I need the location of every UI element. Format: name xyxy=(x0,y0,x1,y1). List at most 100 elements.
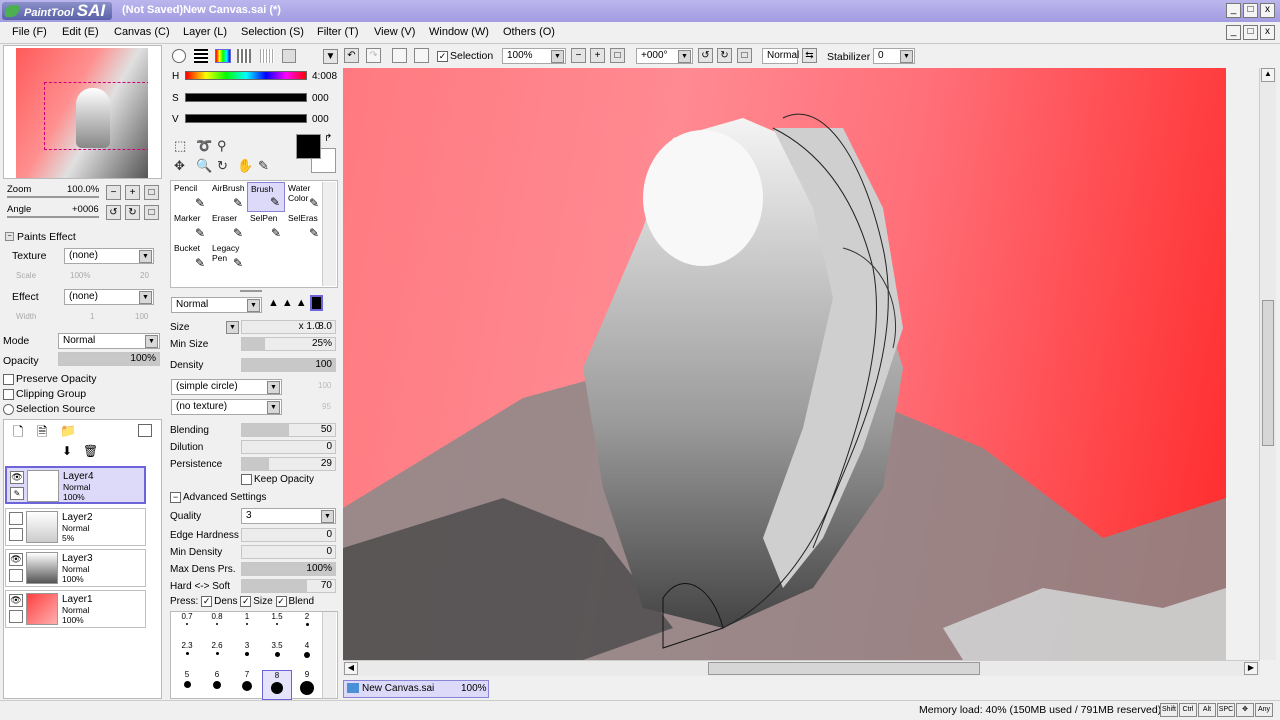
toolbar-rotate-right-icon[interactable]: ↻ xyxy=(717,48,732,63)
value-slider[interactable] xyxy=(185,114,307,123)
menu-window[interactable]: Window (W) xyxy=(429,26,489,38)
rectangle-select-icon[interactable]: ⬚ xyxy=(174,138,186,154)
new-layer-icon[interactable]: 🗋 xyxy=(13,423,23,445)
saturation-slider[interactable] xyxy=(185,93,307,102)
tool-airbrush[interactable]: AirBrush ✎ xyxy=(209,182,247,212)
vertical-scrollbar[interactable]: ▲ xyxy=(1259,68,1276,660)
menu-layer[interactable]: Layer (L) xyxy=(183,26,227,38)
hue-slider[interactable] xyxy=(185,71,307,80)
zoom-reset-button[interactable]: □ xyxy=(144,185,159,200)
swap-colors-icon[interactable]: ↱ xyxy=(324,133,332,144)
tool-brush[interactable]: Brush ✎ xyxy=(247,182,285,212)
maximize-button[interactable]: □ xyxy=(1243,3,1258,18)
zoom-select[interactable]: 100% ▼ xyxy=(502,48,566,64)
view-rectangle[interactable] xyxy=(44,82,148,150)
close-button[interactable]: x xyxy=(1260,3,1275,18)
menu-filter[interactable]: Filter (T) xyxy=(317,26,359,38)
eye-icon[interactable]: 👁 xyxy=(9,553,23,566)
eye-icon[interactable] xyxy=(9,512,23,525)
hard-soft-slider[interactable]: 70 xyxy=(241,579,336,593)
toolbar-rotate-left-icon[interactable]: ↺ xyxy=(698,48,713,63)
brush-size-cell[interactable]: 2.6 xyxy=(202,641,232,671)
stabilizer-select[interactable]: 0 ▼ xyxy=(873,48,915,64)
max-dens-slider[interactable]: 100% xyxy=(241,562,336,576)
drawing-canvas[interactable] xyxy=(343,68,1226,660)
texture-select[interactable]: (none) ▼ xyxy=(64,248,154,264)
layer-row[interactable]: Layer2 Normal 5% xyxy=(5,508,146,546)
selection-source-radio[interactable]: Selection Source xyxy=(3,403,95,415)
dilution-slider[interactable]: 0 xyxy=(241,440,336,454)
merge-down-icon[interactable]: ⬇ xyxy=(62,444,72,458)
new-vector-layer-icon[interactable]: 🗎 xyxy=(37,423,47,445)
zoom-out-button[interactable]: − xyxy=(106,185,121,200)
tool-marker[interactable]: Marker ✎ xyxy=(171,212,209,242)
min-density-slider[interactable]: 0 xyxy=(241,545,336,559)
rgb-slider-icon[interactable] xyxy=(194,49,208,63)
brush-size-cell[interactable]: 8 xyxy=(262,670,292,700)
rotate-reset-button[interactable]: □ xyxy=(144,205,159,220)
clipping-group-checkbox[interactable]: Clipping Group xyxy=(3,388,86,400)
press-size-checkbox[interactable]: ✓ xyxy=(240,596,252,607)
new-folder-icon[interactable]: 📁 xyxy=(60,423,76,439)
primary-color-swatch[interactable] xyxy=(296,134,321,159)
layer-mask-icon[interactable] xyxy=(138,424,152,437)
rotation-select[interactable]: +000° ▼ xyxy=(636,48,693,64)
keep-opacity-checkbox[interactable]: Keep Opacity xyxy=(241,474,314,485)
press-blend-checkbox[interactable]: ✓ xyxy=(275,596,287,607)
menu-selection[interactable]: Selection (S) xyxy=(241,26,304,38)
brush-texture-select[interactable]: (no texture) ▼ xyxy=(171,399,282,415)
paints-effect-header[interactable]: − Paints Effect xyxy=(3,230,162,244)
pen-icon[interactable] xyxy=(9,610,23,623)
brush-size-cell[interactable]: 2.3 xyxy=(172,641,202,671)
quality-select[interactable]: 3 ▼ xyxy=(241,508,336,524)
tool-scrollbar[interactable] xyxy=(322,182,336,286)
menu-canvas[interactable]: Canvas (C) xyxy=(114,26,170,38)
pen-icon[interactable] xyxy=(9,569,23,582)
effect-select[interactable]: (none) ▼ xyxy=(64,289,154,305)
brush-size-cell[interactable]: 2 xyxy=(292,612,322,642)
minimize-button[interactable]: _ xyxy=(1226,3,1241,18)
brush-blend-select[interactable]: Normal ▼ xyxy=(171,297,262,313)
blending-slider[interactable]: 50 xyxy=(241,423,336,437)
toolbar-zoom-out-icon[interactable]: − xyxy=(571,48,586,63)
color-wheel-icon[interactable] xyxy=(172,49,186,63)
eye-icon[interactable]: 👁 xyxy=(10,471,24,484)
pen-icon[interactable] xyxy=(9,528,23,541)
tool-bucket[interactable]: Bucket ✎ xyxy=(171,242,209,272)
color-history-icon[interactable] xyxy=(282,49,296,63)
tool-selpen[interactable]: SelPen ✎ xyxy=(247,212,285,242)
resize-handle[interactable] xyxy=(240,290,262,292)
toolbar-rotate-reset-icon[interactable]: □ xyxy=(737,48,752,63)
selection-toggle[interactable]: ✓ Selection xyxy=(437,50,493,62)
magic-wand-icon[interactable]: ⚲ xyxy=(217,138,227,154)
trash-icon[interactable]: 🗑 xyxy=(83,444,98,458)
min-size-slider[interactable]: 25% xyxy=(241,337,336,351)
size-mult-dropdown[interactable]: ▼ xyxy=(226,321,239,334)
advanced-settings-header[interactable]: − Advanced Settings xyxy=(170,492,266,503)
scroll-up-icon[interactable]: ▲ xyxy=(1261,68,1275,82)
brush-size-cell[interactable]: 0.7 xyxy=(172,612,202,642)
preserve-opacity-checkbox[interactable]: Preserve Opacity xyxy=(3,373,97,385)
view-blend-select[interactable]: Normal xyxy=(762,48,799,64)
brush-size-scrollbar[interactable] xyxy=(322,612,336,698)
press-dens-checkbox[interactable]: ✓ xyxy=(201,596,213,607)
zoom-tool-icon[interactable]: 🔍 xyxy=(196,158,212,174)
tool-pencil[interactable]: Pencil ✎ xyxy=(171,182,209,212)
brush-size-cell[interactable]: 4 xyxy=(292,641,322,671)
tool-seleras[interactable]: SelEras ✎ xyxy=(285,212,323,242)
edge-hardness-slider[interactable]: 0 xyxy=(241,528,336,542)
layer-opacity-slider[interactable]: 100% xyxy=(58,352,160,366)
rotate-left-button[interactable]: ↺ xyxy=(106,205,121,220)
tool-eraser[interactable]: Eraser ✎ xyxy=(209,212,247,242)
horizontal-scroll-thumb[interactable] xyxy=(708,662,980,675)
brush-size-cell[interactable]: 1 xyxy=(232,612,262,642)
layer-mode-select[interactable]: Normal ▼ xyxy=(58,333,160,349)
layer-row[interactable]: 👁 Layer3 Normal 100% xyxy=(5,549,146,587)
size-slider[interactable]: x 1.0 8.0 xyxy=(241,320,336,334)
swatch-icon[interactable] xyxy=(237,49,251,63)
move-icon[interactable]: ✥ xyxy=(174,158,185,174)
horizontal-scrollbar[interactable]: ◀ ▶ xyxy=(343,660,1260,676)
doc-restore-button[interactable]: □ xyxy=(1243,25,1258,40)
brush-size-cell[interactable]: 9 xyxy=(292,670,322,700)
invert-selection-icon[interactable] xyxy=(414,48,429,63)
